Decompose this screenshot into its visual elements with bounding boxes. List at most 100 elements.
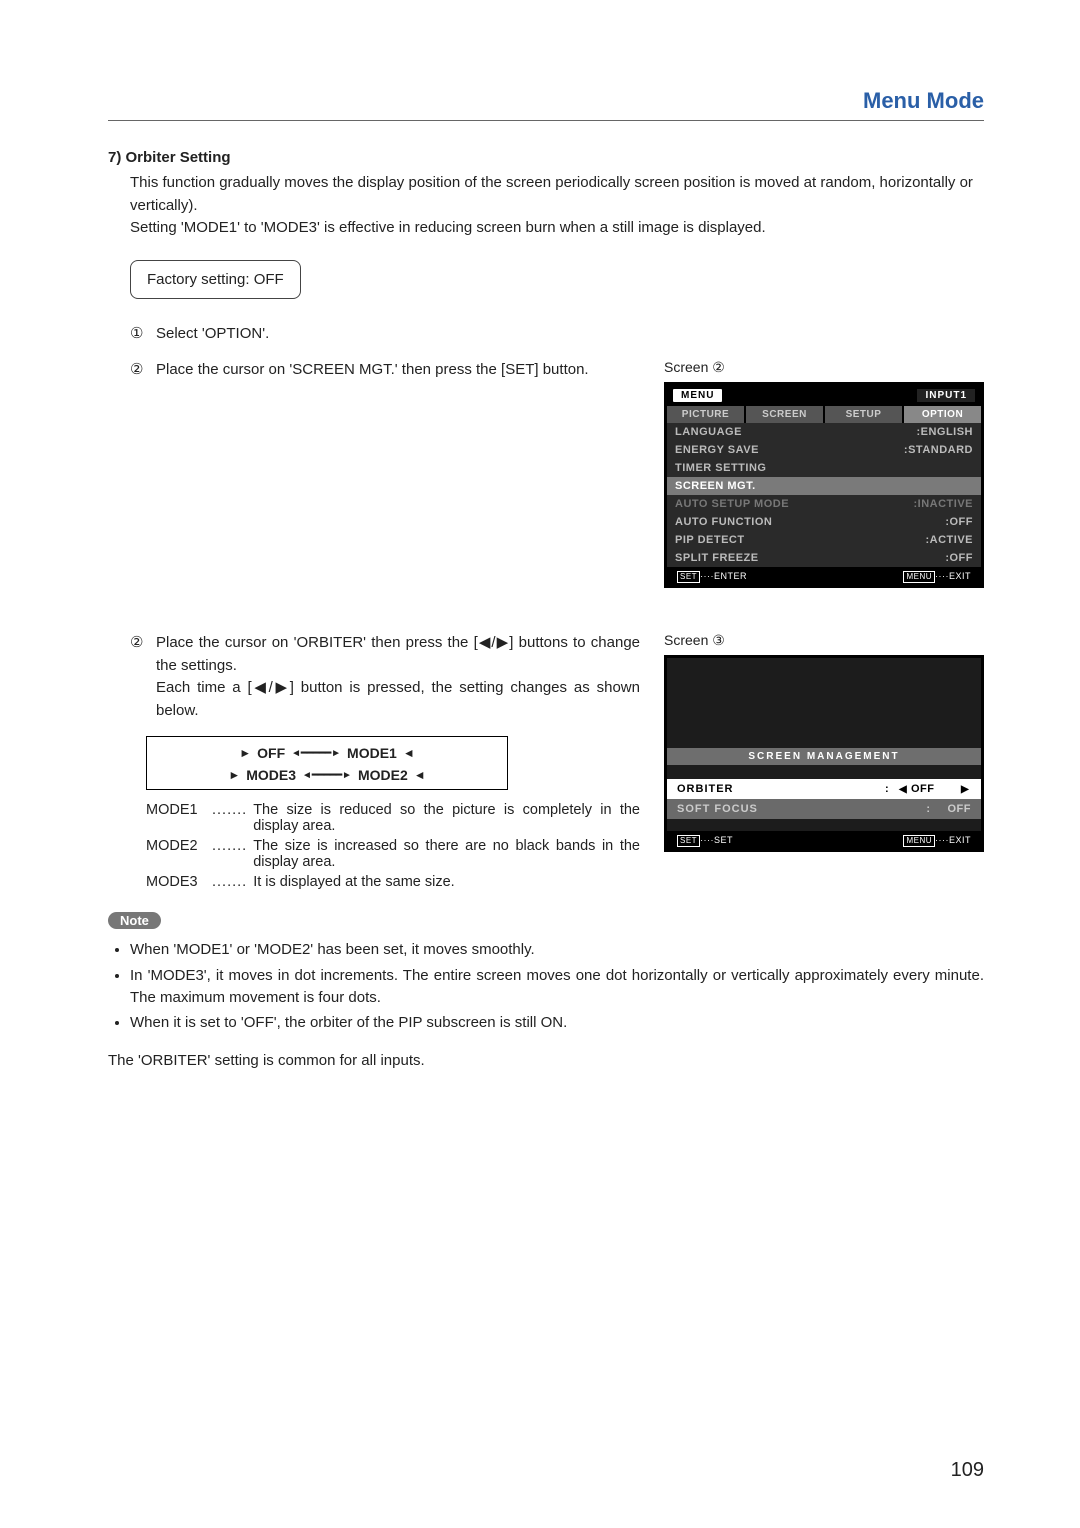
- osd2-tabs: PICTURE SCREEN SETUP OPTION: [667, 406, 981, 423]
- menu-key-icon: MENU: [903, 571, 935, 583]
- note-badge: Note: [108, 912, 161, 929]
- step-3-block: ② Place the cursor on 'ORBITER' then pre…: [108, 632, 984, 894]
- step-2-block: ② Place the cursor on 'SCREEN MGT.' then…: [108, 359, 984, 588]
- osd2-menu-pill: MENU: [673, 389, 722, 402]
- arrow-icon: ◄: [414, 768, 426, 782]
- osd3-blank-area: [667, 658, 981, 748]
- osd2-item-label: SCREEN MGT.: [675, 480, 973, 492]
- cycle-mode3: MODE3: [246, 767, 296, 783]
- step-1: ① Select 'OPTION'.: [130, 323, 984, 346]
- osd3-row-orbiter: ORBITER : ◀ OFF ▶: [667, 779, 981, 799]
- page-number: 109: [951, 1459, 984, 1482]
- step-2-text: Place the cursor on 'SCREEN MGT.' then p…: [156, 359, 640, 382]
- osd2-tab-option: OPTION: [904, 406, 981, 423]
- menu-key-icon: MENU: [903, 835, 935, 847]
- osd2-item-value: :ENGLISH: [916, 426, 973, 438]
- note-item: In 'MODE3', it moves in dot increments. …: [130, 965, 984, 1009]
- osd3-footer: SET····SET MENU····EXIT: [667, 831, 981, 849]
- mode-name: MODE1: [146, 802, 206, 834]
- osd2-item-label: LANGUAGE: [675, 426, 916, 438]
- osd3-foot-right: MENU····EXIT: [903, 835, 971, 847]
- cycle-mode1: MODE1: [347, 745, 397, 761]
- arrow-icon: ►: [228, 768, 240, 782]
- osd2-item-label: AUTO FUNCTION: [675, 516, 945, 528]
- set-key-icon: SET: [677, 835, 700, 847]
- osd2-item-value: :OFF: [945, 516, 973, 528]
- step-2: ② Place the cursor on 'SCREEN MGT.' then…: [130, 359, 640, 382]
- osd2-footer: SET····ENTER MENU····EXIT: [667, 567, 981, 585]
- mode-desc: The size is increased so there are no bl…: [253, 838, 640, 870]
- cycle-mode2: MODE2: [358, 767, 408, 783]
- page: Menu Mode 7) Orbiter Setting This functi…: [0, 0, 1080, 1528]
- osd3-orbiter-label: ORBITER: [677, 783, 885, 795]
- osd2-input-pill: INPUT1: [917, 389, 975, 402]
- section-title: Orbiter Setting: [126, 149, 231, 166]
- step-3-body: Place the cursor on 'ORBITER' then press…: [156, 632, 640, 722]
- osd2-item: LANGUAGE:ENGLISH: [667, 423, 981, 441]
- intro-paragraph-2: Setting 'MODE1' to 'MODE3' is effective …: [130, 217, 984, 240]
- mode-cycle-diagram: ► OFF ◄━━━━━► MODE1 ◄ ► MODE3 ◄━━━━━► MO…: [146, 736, 508, 790]
- section-heading: 7) Orbiter Setting: [108, 149, 984, 166]
- osd3-row-softfocus: SOFT FOCUS : OFF: [667, 799, 981, 819]
- intro-paragraph-1: This function gradually moves the displa…: [130, 172, 984, 217]
- osd2-item: ENERGY SAVE:STANDARD: [667, 441, 981, 459]
- dots: .......: [212, 874, 247, 890]
- step-2-number: ②: [130, 359, 148, 382]
- right-arrow-icon: ▶: [961, 784, 971, 795]
- screen-2-label: Screen ②: [664, 359, 984, 376]
- osd3-softfocus-value: OFF: [940, 803, 971, 815]
- step-3-text-2: Each time a [◀/▶] button is pressed, the…: [156, 677, 640, 722]
- arrow-icon: ◄: [403, 746, 415, 760]
- osd3-orbiter-value: OFF: [909, 783, 961, 795]
- step-3-text-1: Place the cursor on 'ORBITER' then press…: [156, 632, 640, 677]
- osd2-item-value: :ACTIVE: [926, 534, 974, 546]
- osd2-items: LANGUAGE:ENGLISHENERGY SAVE:STANDARDTIME…: [667, 423, 981, 567]
- mode-def-row: MODE2.......The size is increased so the…: [146, 838, 640, 870]
- osd2-item: PIP DETECT:ACTIVE: [667, 531, 981, 549]
- factory-setting-box: Factory setting: OFF: [130, 260, 301, 299]
- osd-screen-3: SCREEN MANAGEMENT ORBITER : ◀ OFF ▶ SOFT…: [664, 655, 984, 852]
- set-key-icon: SET: [677, 571, 700, 583]
- step-1-number: ①: [130, 323, 148, 346]
- dots: .......: [212, 802, 247, 834]
- chapter-title: Menu Mode: [108, 88, 984, 121]
- mode-definitions: MODE1.......The size is reduced so the p…: [146, 802, 640, 890]
- osd2-item-label: ENERGY SAVE: [675, 444, 904, 456]
- screen-3-label: Screen ③: [664, 632, 984, 649]
- osd3-softfocus-label: SOFT FOCUS: [677, 803, 926, 815]
- osd2-item: AUTO SETUP MODE:INACTIVE: [667, 495, 981, 513]
- osd3-title: SCREEN MANAGEMENT: [667, 748, 981, 765]
- note-list: When 'MODE1' or 'MODE2' has been set, it…: [112, 939, 984, 1034]
- mode-def-row: MODE1.......The size is reduced so the p…: [146, 802, 640, 834]
- osd2-item: TIMER SETTING: [667, 459, 981, 477]
- osd2-item-value: :INACTIVE: [914, 498, 974, 510]
- osd2-item: SCREEN MGT.: [667, 477, 981, 495]
- osd2-header: MENU INPUT1: [667, 385, 981, 406]
- cycle-off: OFF: [257, 745, 285, 761]
- osd2-tab-setup: SETUP: [825, 406, 904, 423]
- note-item: When 'MODE1' or 'MODE2' has been set, it…: [130, 939, 984, 961]
- osd3-foot-left: SET····SET: [677, 835, 733, 847]
- osd2-foot-right: MENU····EXIT: [903, 571, 971, 583]
- osd2-tab-picture: PICTURE: [667, 406, 746, 423]
- colon: :: [885, 783, 899, 795]
- final-line: The 'ORBITER' setting is common for all …: [108, 1052, 984, 1069]
- mode-desc: It is displayed at the same size.: [253, 874, 640, 890]
- step-1-text: Select 'OPTION'.: [156, 323, 984, 346]
- arrow-icon: ►: [239, 746, 251, 760]
- mode-name: MODE3: [146, 874, 206, 890]
- section-number: 7): [108, 149, 121, 166]
- osd-screen-2: MENU INPUT1 PICTURE SCREEN SETUP OPTION …: [664, 382, 984, 588]
- colon: :: [926, 803, 940, 815]
- osd2-item-value: :STANDARD: [904, 444, 973, 456]
- step-3-number: ②: [130, 632, 148, 722]
- arrow-icon: ◄━━━━━►: [291, 748, 341, 759]
- arrow-icon: ◄━━━━━►: [302, 770, 352, 781]
- step-3: ② Place the cursor on 'ORBITER' then pre…: [130, 632, 640, 722]
- note-item: When it is set to 'OFF', the orbiter of …: [130, 1012, 984, 1034]
- left-arrow-icon: ◀: [899, 784, 909, 795]
- osd2-tab-screen: SCREEN: [746, 406, 825, 423]
- osd2-item-label: AUTO SETUP MODE: [675, 498, 914, 510]
- osd2-foot-left: SET····ENTER: [677, 571, 747, 583]
- osd2-item-label: TIMER SETTING: [675, 462, 973, 474]
